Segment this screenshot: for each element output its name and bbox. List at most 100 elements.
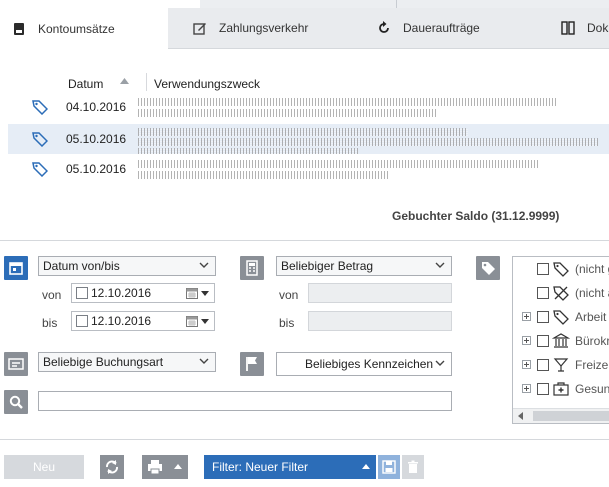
refresh-button[interactable] <box>100 455 124 479</box>
trash-icon <box>408 460 418 473</box>
booked-balance: Gebuchter Saldo (31.12.9999) <box>392 209 560 223</box>
category-tree[interactable]: (nicht g (nicht a Arbeit Bürokr Freizei … <box>512 256 609 424</box>
tab-label: Zahlungsverkehr <box>219 21 309 35</box>
date-from-checkbox[interactable] <box>76 287 88 299</box>
dropdown-arrow-icon[interactable] <box>201 291 209 296</box>
flag-icon <box>246 357 257 371</box>
select-value: Beliebige Buchungsart <box>43 355 164 369</box>
marker-select[interactable]: Beliebiges Kennzeichen <box>276 352 452 376</box>
expand-icon[interactable] <box>522 384 531 393</box>
tab-label: Kontoumsätze <box>38 21 115 36</box>
dropdown-arrow-icon[interactable] <box>201 319 209 324</box>
scroll-left-icon[interactable] <box>518 412 523 420</box>
redacted-text <box>138 109 438 117</box>
booking-type-filter-button[interactable] <box>4 352 28 376</box>
select-value: Datum von/bis <box>43 259 120 273</box>
tree-item[interactable]: Gesund <box>513 377 609 401</box>
tree-checkbox[interactable] <box>537 359 549 371</box>
expand-icon[interactable] <box>522 312 531 321</box>
delete-filter-button[interactable] <box>402 455 424 479</box>
amount-type-select[interactable]: Beliebiger Betrag <box>276 256 452 276</box>
expand-icon[interactable] <box>522 336 531 345</box>
row-date: 04.10.2016 <box>66 100 127 114</box>
filter-select[interactable]: Filter: Neuer Filter <box>204 455 376 479</box>
section-divider <box>0 439 609 440</box>
scrollbar-thumb[interactable] <box>533 411 609 421</box>
date-from-label: von <box>42 288 62 302</box>
tree-horizontal-scrollbar[interactable] <box>513 408 609 423</box>
tree-item[interactable]: Bürokr <box>513 329 609 353</box>
table-row[interactable]: 05.10.2016 <box>8 154 609 184</box>
medical-icon <box>553 382 569 396</box>
table-row[interactable]: 04.10.2016 <box>8 92 609 122</box>
tree-checkbox[interactable] <box>537 383 549 395</box>
tab-dauerauftraege[interactable]: Daueraufträge <box>377 8 480 48</box>
tree-checkbox[interactable] <box>537 287 549 299</box>
chevron-down-icon <box>199 358 209 364</box>
calendar-icon[interactable] <box>186 315 198 327</box>
redacted-text <box>138 128 468 136</box>
calendar-icon <box>9 262 23 275</box>
tab-zahlungsverkehr[interactable]: Zahlungsverkehr <box>193 8 308 48</box>
tree-item-label: (nicht a <box>575 286 609 300</box>
tag-icon <box>32 132 48 147</box>
select-value: Beliebiges Kennzeichen <box>305 357 434 371</box>
date-to-field[interactable]: 12.10.2016 <box>71 311 215 331</box>
select-value: Beliebiger Betrag <box>281 259 374 273</box>
marker-filter-button[interactable] <box>240 352 264 376</box>
list-card-icon <box>8 358 24 370</box>
amount-from-field[interactable] <box>308 283 452 303</box>
date-type-select[interactable]: Datum von/bis <box>38 256 216 276</box>
print-button[interactable] <box>142 455 188 479</box>
date-to-checkbox[interactable] <box>76 315 88 327</box>
redacted-text <box>138 171 388 179</box>
refresh-icon <box>379 21 389 33</box>
expand-icon[interactable] <box>522 360 531 369</box>
amount-to-field[interactable] <box>308 311 452 331</box>
category-filter-button[interactable] <box>476 256 500 280</box>
tree-item-label: Bürokr <box>575 334 609 348</box>
tree-item[interactable]: (nicht a <box>513 281 609 305</box>
table-row-selected[interactable]: 05.10.2016 <box>8 124 609 154</box>
tab-dokumente[interactable]: Doku <box>561 8 609 48</box>
tag-icon <box>32 162 48 177</box>
amount-to-label: bis <box>279 316 295 330</box>
tab-kontoumsaetze[interactable]: Kontoumsätze <box>0 8 168 49</box>
chevron-up-icon[interactable] <box>174 464 182 469</box>
amount-from-label: von <box>279 288 299 302</box>
column-separator <box>146 73 147 91</box>
column-header-verwendungszweck[interactable]: Verwendungszweck <box>154 77 260 91</box>
new-button[interactable]: Neu <box>4 455 84 479</box>
tree-checkbox[interactable] <box>537 335 549 347</box>
search-input[interactable] <box>38 391 452 411</box>
tree-checkbox[interactable] <box>537 311 549 323</box>
calendar-filter-button[interactable] <box>4 256 28 280</box>
window-top-strip <box>0 0 609 9</box>
chevron-up-icon <box>362 464 370 469</box>
tag-icon <box>32 100 48 115</box>
printer-icon <box>148 460 162 475</box>
tree-checkbox[interactable] <box>537 263 549 275</box>
chevron-down-icon <box>435 262 445 268</box>
tree-item[interactable]: Arbeit <box>513 305 609 329</box>
tag-icon <box>553 262 569 277</box>
column-header-datum[interactable]: Datum <box>68 77 103 91</box>
date-to-label: bis <box>42 316 58 330</box>
tree-item-label: Arbeit <box>575 310 607 324</box>
edit-icon <box>193 23 206 35</box>
date-from-field[interactable]: 12.10.2016 <box>71 283 215 303</box>
booking-type-select[interactable]: Beliebige Buchungsart <box>38 352 216 372</box>
tab-bar: Kontoumsätze Zahlungsverkehr Daueraufträ… <box>0 8 609 49</box>
amount-filter-button[interactable] <box>240 256 264 280</box>
tree-item[interactable]: Freizei <box>513 353 609 377</box>
table-header: Datum Verwendungszweck <box>24 70 609 94</box>
calendar-icon[interactable] <box>186 287 198 299</box>
tree-item[interactable]: (nicht g <box>513 257 609 281</box>
tab-label: Daueraufträge <box>403 21 480 35</box>
save-icon <box>382 460 396 474</box>
refresh-icon <box>106 460 118 474</box>
search-button[interactable] <box>4 390 28 414</box>
tree-item-label: (nicht g <box>575 262 609 276</box>
chevron-down-icon <box>199 262 209 268</box>
save-filter-button[interactable] <box>378 455 400 479</box>
